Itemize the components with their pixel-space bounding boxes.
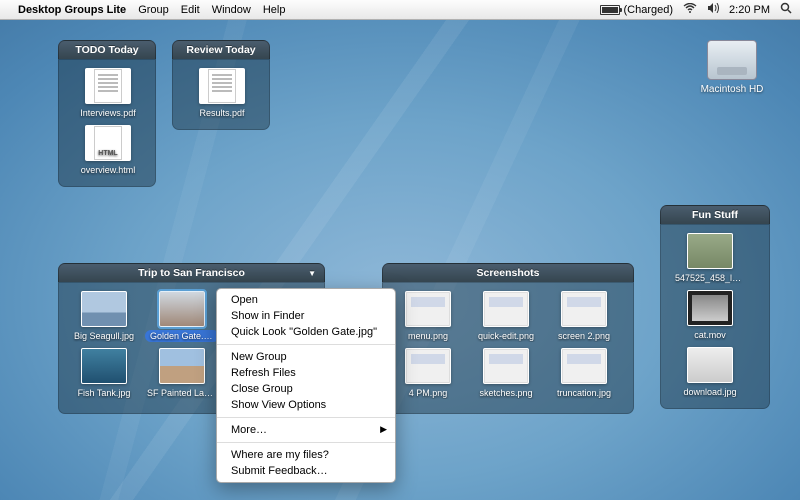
group-body-review[interactable]: Results.pdf	[172, 59, 270, 130]
app-menu[interactable]: Desktop Groups Lite	[18, 4, 126, 16]
group-header-screenshots[interactable]: Screenshots	[382, 263, 634, 282]
file-item[interactable]: menu.png	[389, 291, 467, 342]
file-item[interactable]: truncation.jpg	[545, 348, 623, 399]
ctx-quick-look[interactable]: Quick Look "Golden Gate.jpg"	[217, 324, 395, 340]
battery-icon	[600, 5, 620, 15]
file-item[interactable]: sketches.png	[467, 348, 545, 399]
volume-icon[interactable]	[707, 3, 719, 16]
file-thumb	[687, 347, 733, 383]
file-label: Golden Gate.jpg	[145, 330, 219, 342]
file-label: truncation.jpg	[555, 387, 613, 399]
group-body-todo[interactable]: Interviews.pdf HTML overview.html	[58, 59, 156, 187]
group-body-screenshots[interactable]: menu.png quick-edit.png screen 2.png 4 P…	[382, 282, 634, 414]
menu-help[interactable]: Help	[263, 4, 286, 16]
separator	[217, 417, 395, 418]
file-label: download.jpg	[681, 386, 738, 398]
file-thumb	[81, 348, 127, 384]
file-thumb	[483, 291, 529, 327]
ctx-refresh[interactable]: Refresh Files	[217, 365, 395, 381]
battery-label: (Charged)	[624, 4, 674, 16]
file-item[interactable]: Results.pdf	[179, 68, 265, 119]
menu-edit[interactable]: Edit	[181, 4, 200, 16]
file-label: SF Painted Ladies.jpg	[145, 387, 219, 399]
file-item-selected[interactable]: Golden Gate.jpg	[143, 291, 221, 342]
group-header-trip[interactable]: Trip to San Francisco▼	[58, 263, 325, 282]
file-label: 4 PM.png	[407, 387, 450, 399]
group-header-fun[interactable]: Fun Stuff	[660, 205, 770, 224]
menu-group[interactable]: Group	[138, 4, 169, 16]
context-menu: Open Show in Finder Quick Look "Golden G…	[216, 288, 396, 483]
ctx-more[interactable]: More…▶	[217, 422, 395, 438]
file-thumb	[159, 291, 205, 327]
file-label: menu.png	[406, 330, 450, 342]
file-item[interactable]: Fish Tank.jpg	[65, 348, 143, 399]
ctx-view-options[interactable]: Show View Options	[217, 397, 395, 413]
group-header-review[interactable]: Review Today	[172, 40, 270, 59]
group-fun: Fun Stuff 547525_458_lucy.jpg cat.mov do…	[660, 205, 770, 409]
group-header-todo[interactable]: TODO Today	[58, 40, 156, 59]
drive-label: Macintosh HD	[694, 84, 770, 95]
file-item[interactable]: Big Seagull.jpg	[65, 291, 143, 342]
file-thumb	[159, 348, 205, 384]
file-label: 547525_458_lucy.jpg	[673, 272, 747, 284]
group-todo: TODO Today Interviews.pdf HTML overview.…	[58, 40, 156, 187]
file-item[interactable]: screen 2.png	[545, 291, 623, 342]
file-label: overview.html	[79, 164, 138, 176]
menu-window[interactable]: Window	[212, 4, 251, 16]
harddrive-icon	[707, 40, 757, 80]
ctx-feedback[interactable]: Submit Feedback…	[217, 463, 395, 479]
file-thumb	[199, 68, 245, 104]
file-item[interactable]: Interviews.pdf	[65, 68, 151, 119]
file-thumb	[85, 68, 131, 104]
file-label: screen 2.png	[556, 330, 612, 342]
spotlight-icon[interactable]	[780, 2, 792, 17]
file-label: Big Seagull.jpg	[72, 330, 136, 342]
file-thumb	[405, 348, 451, 384]
file-label: quick-edit.png	[476, 330, 536, 342]
clock[interactable]: 2:20 PM	[729, 4, 770, 16]
battery-status[interactable]: (Charged)	[600, 4, 674, 16]
file-label: sketches.png	[477, 387, 534, 399]
file-thumb: HTML	[85, 125, 131, 161]
file-thumb	[81, 291, 127, 327]
ctx-show-in-finder[interactable]: Show in Finder	[217, 308, 395, 324]
desktop-drive[interactable]: Macintosh HD	[694, 40, 770, 95]
separator	[217, 344, 395, 345]
file-thumb	[561, 348, 607, 384]
file-item[interactable]: 547525_458_lucy.jpg	[667, 233, 753, 284]
file-item[interactable]: quick-edit.png	[467, 291, 545, 342]
group-review: Review Today Results.pdf	[172, 40, 270, 130]
chevron-right-icon: ▶	[380, 424, 387, 435]
file-item[interactable]: download.jpg	[667, 347, 753, 398]
file-thumb	[483, 348, 529, 384]
ctx-new-group[interactable]: New Group	[217, 349, 395, 365]
file-thumb	[687, 290, 733, 326]
file-label: Interviews.pdf	[78, 107, 138, 119]
ctx-where-files[interactable]: Where are my files?	[217, 447, 395, 463]
file-item[interactable]: 4 PM.png	[389, 348, 467, 399]
group-body-fun[interactable]: 547525_458_lucy.jpg cat.mov download.jpg	[660, 224, 770, 409]
file-item[interactable]: HTML overview.html	[65, 125, 151, 176]
file-item[interactable]: SF Painted Ladies.jpg	[143, 348, 221, 399]
group-screenshots: Screenshots menu.png quick-edit.png scre…	[382, 263, 634, 414]
file-label: cat.mov	[692, 329, 728, 341]
file-thumb	[405, 291, 451, 327]
file-label: Fish Tank.jpg	[76, 387, 133, 399]
menubar: Desktop Groups Lite Group Edit Window He…	[0, 0, 800, 20]
ctx-close-group[interactable]: Close Group	[217, 381, 395, 397]
file-item[interactable]: cat.mov	[667, 290, 753, 341]
file-thumb	[561, 291, 607, 327]
ctx-open[interactable]: Open	[217, 292, 395, 308]
file-thumb	[687, 233, 733, 269]
separator	[217, 442, 395, 443]
file-label: Results.pdf	[197, 107, 246, 119]
wifi-icon[interactable]	[683, 3, 697, 16]
chevron-down-icon[interactable]: ▼	[308, 269, 316, 278]
